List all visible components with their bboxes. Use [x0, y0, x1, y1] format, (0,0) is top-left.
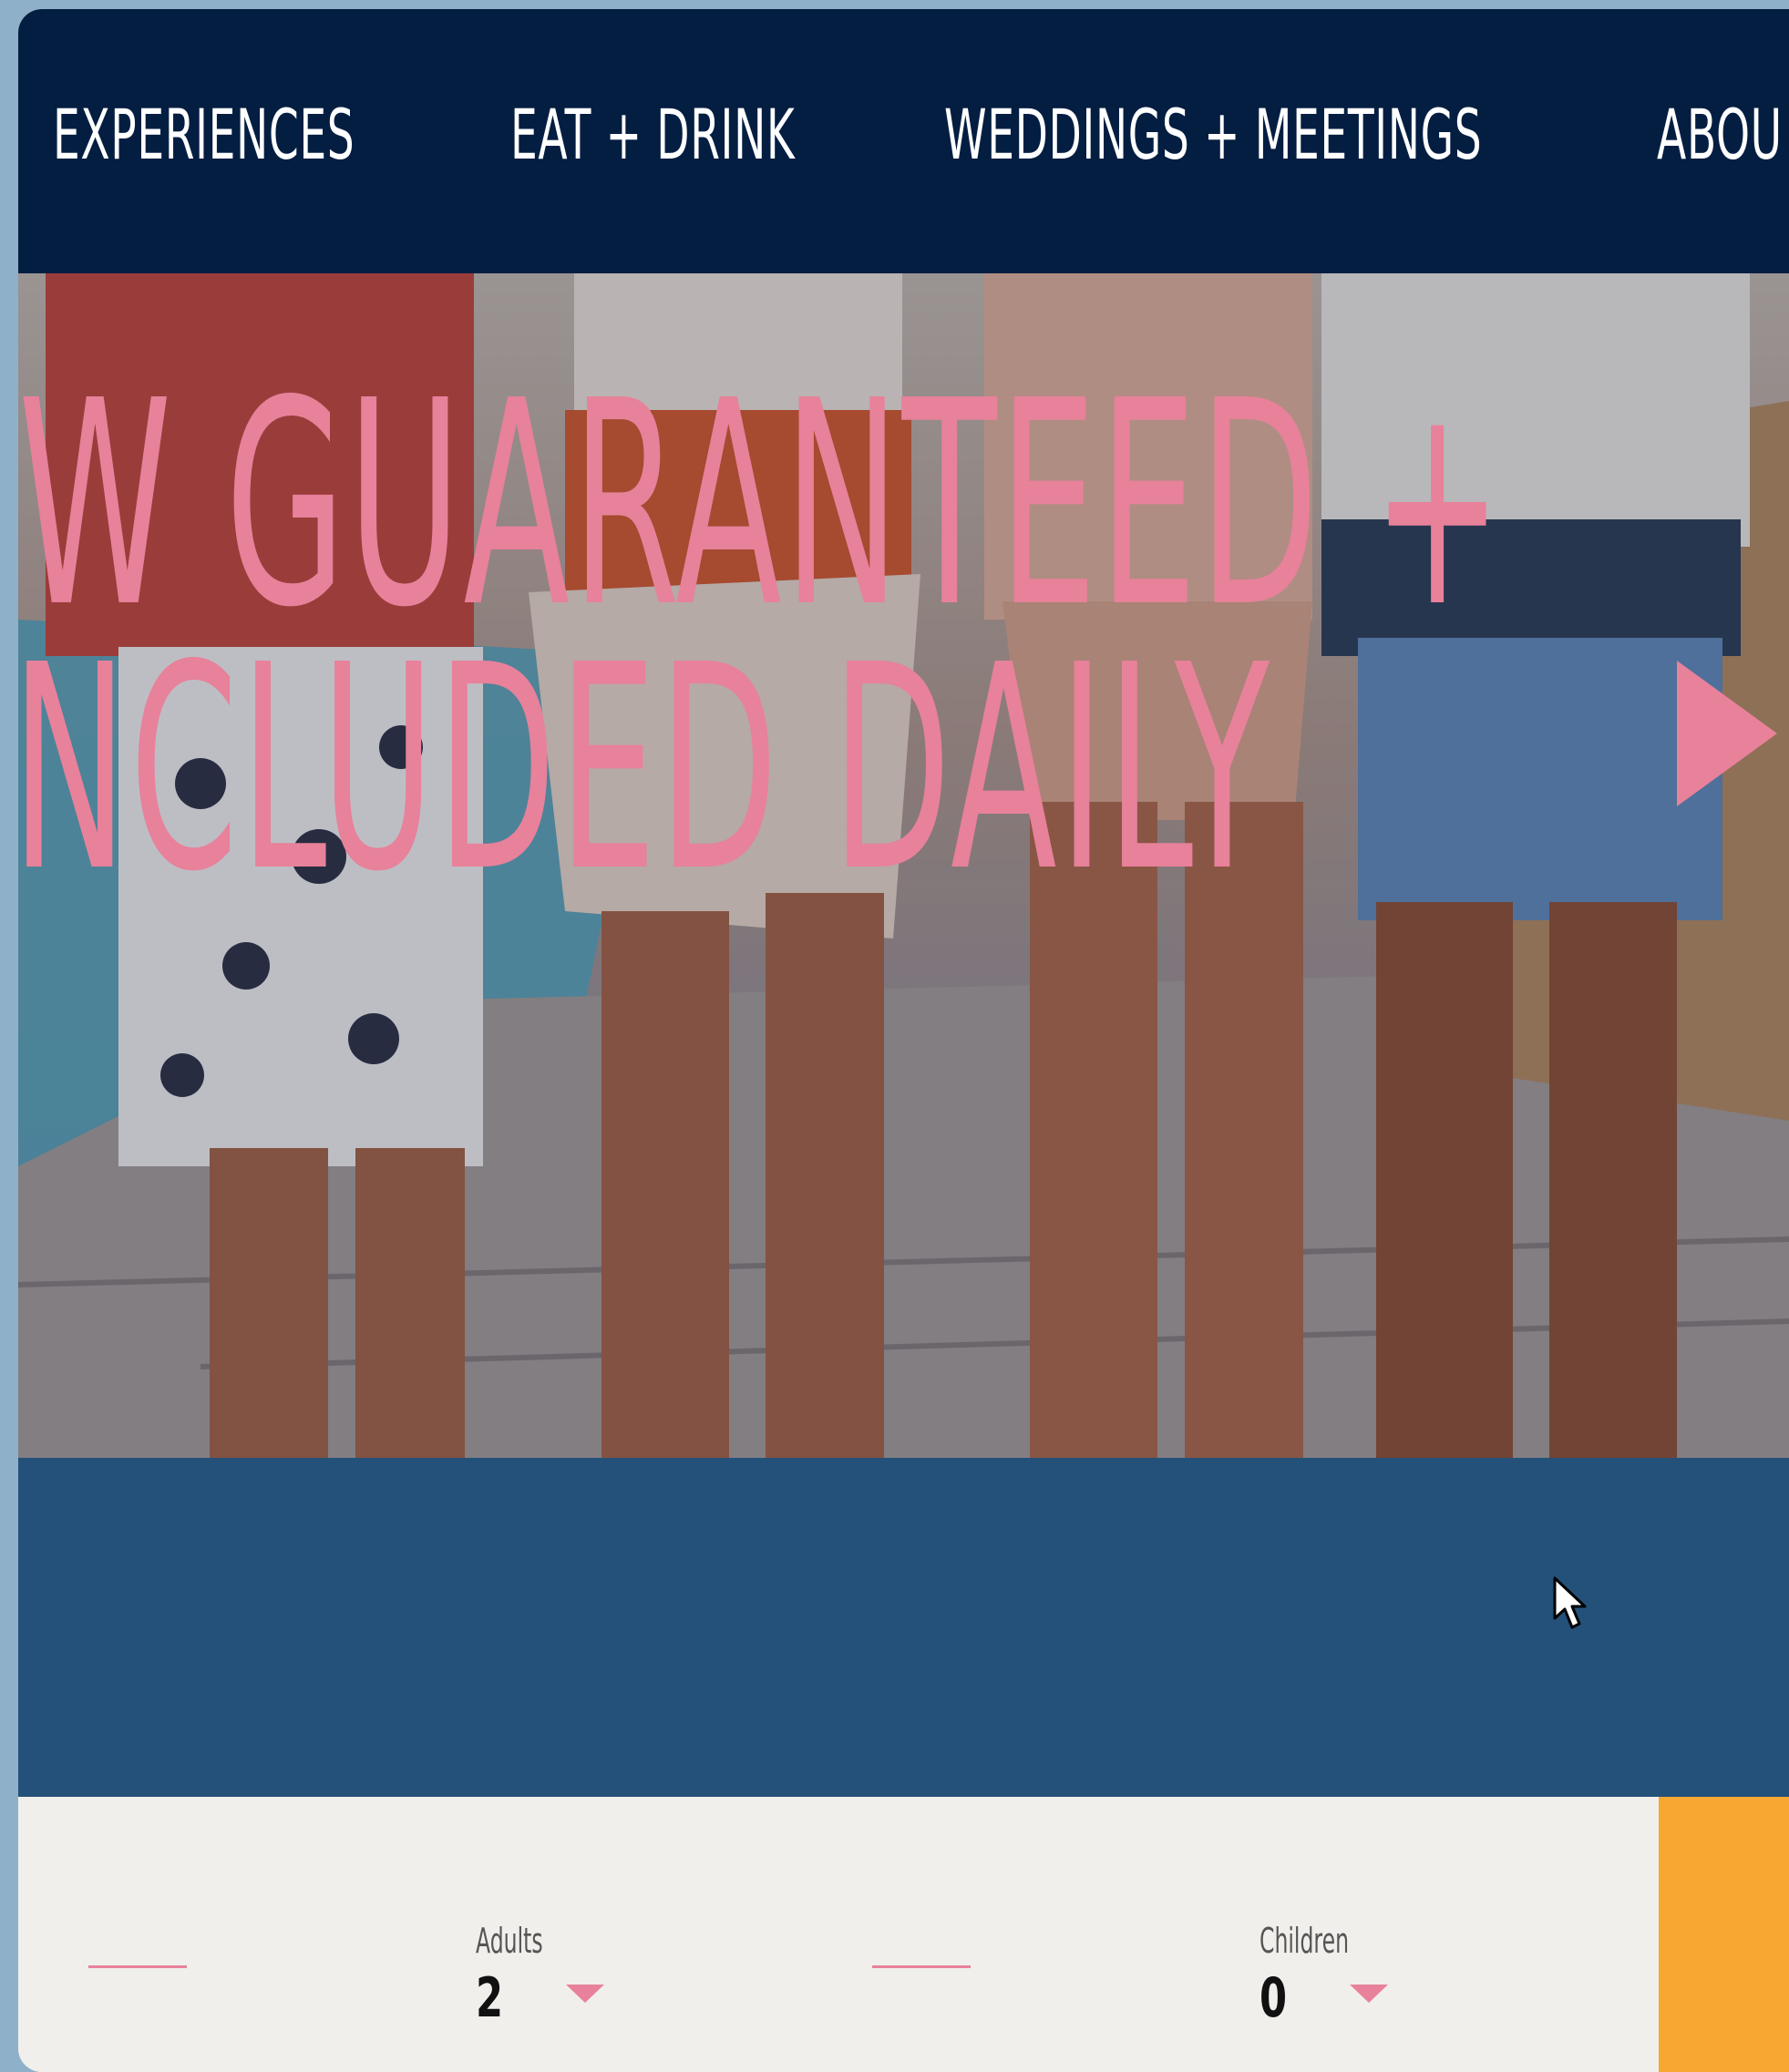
main-navigation: EXPERIENCES EAT + DRINK WEDDINGS + MEETI…: [18, 9, 1789, 273]
date-field-underline[interactable]: [88, 1965, 187, 1968]
children-caret-down-icon[interactable]: [1350, 1985, 1388, 2003]
hero-banner[interactable]: EW GUARANTEED + INCLUDED DAILY: [18, 273, 1789, 1458]
adults-value[interactable]: 2: [476, 1966, 503, 2030]
nav-item-experiences[interactable]: EXPERIENCES: [53, 100, 355, 169]
blue-content-band: [18, 1458, 1789, 1797]
hero-headline-line-2: INCLUDED DAILY: [18, 605, 1272, 934]
play-arrow-icon[interactable]: [1677, 661, 1777, 806]
booking-bar: [18, 1797, 1659, 2072]
date-field-underline-2[interactable]: [872, 1965, 971, 1968]
nav-item-eat-drink[interactable]: EAT + DRINK: [510, 100, 795, 169]
children-value[interactable]: 0: [1259, 1966, 1287, 2030]
book-now-button[interactable]: [1659, 1797, 1789, 2072]
nav-item-weddings-meetings[interactable]: WEDDINGS + MEETINGS: [944, 100, 1482, 169]
children-label: Children: [1259, 1921, 1350, 1961]
browser-frame: EXPERIENCES EAT + DRINK WEDDINGS + MEETI…: [18, 9, 1789, 2072]
mouse-pointer-icon: [1553, 1576, 1587, 1629]
adults-caret-down-icon[interactable]: [566, 1985, 604, 2003]
adults-label: Adults: [476, 1921, 543, 1961]
nav-item-about[interactable]: ABOU: [1657, 100, 1783, 169]
